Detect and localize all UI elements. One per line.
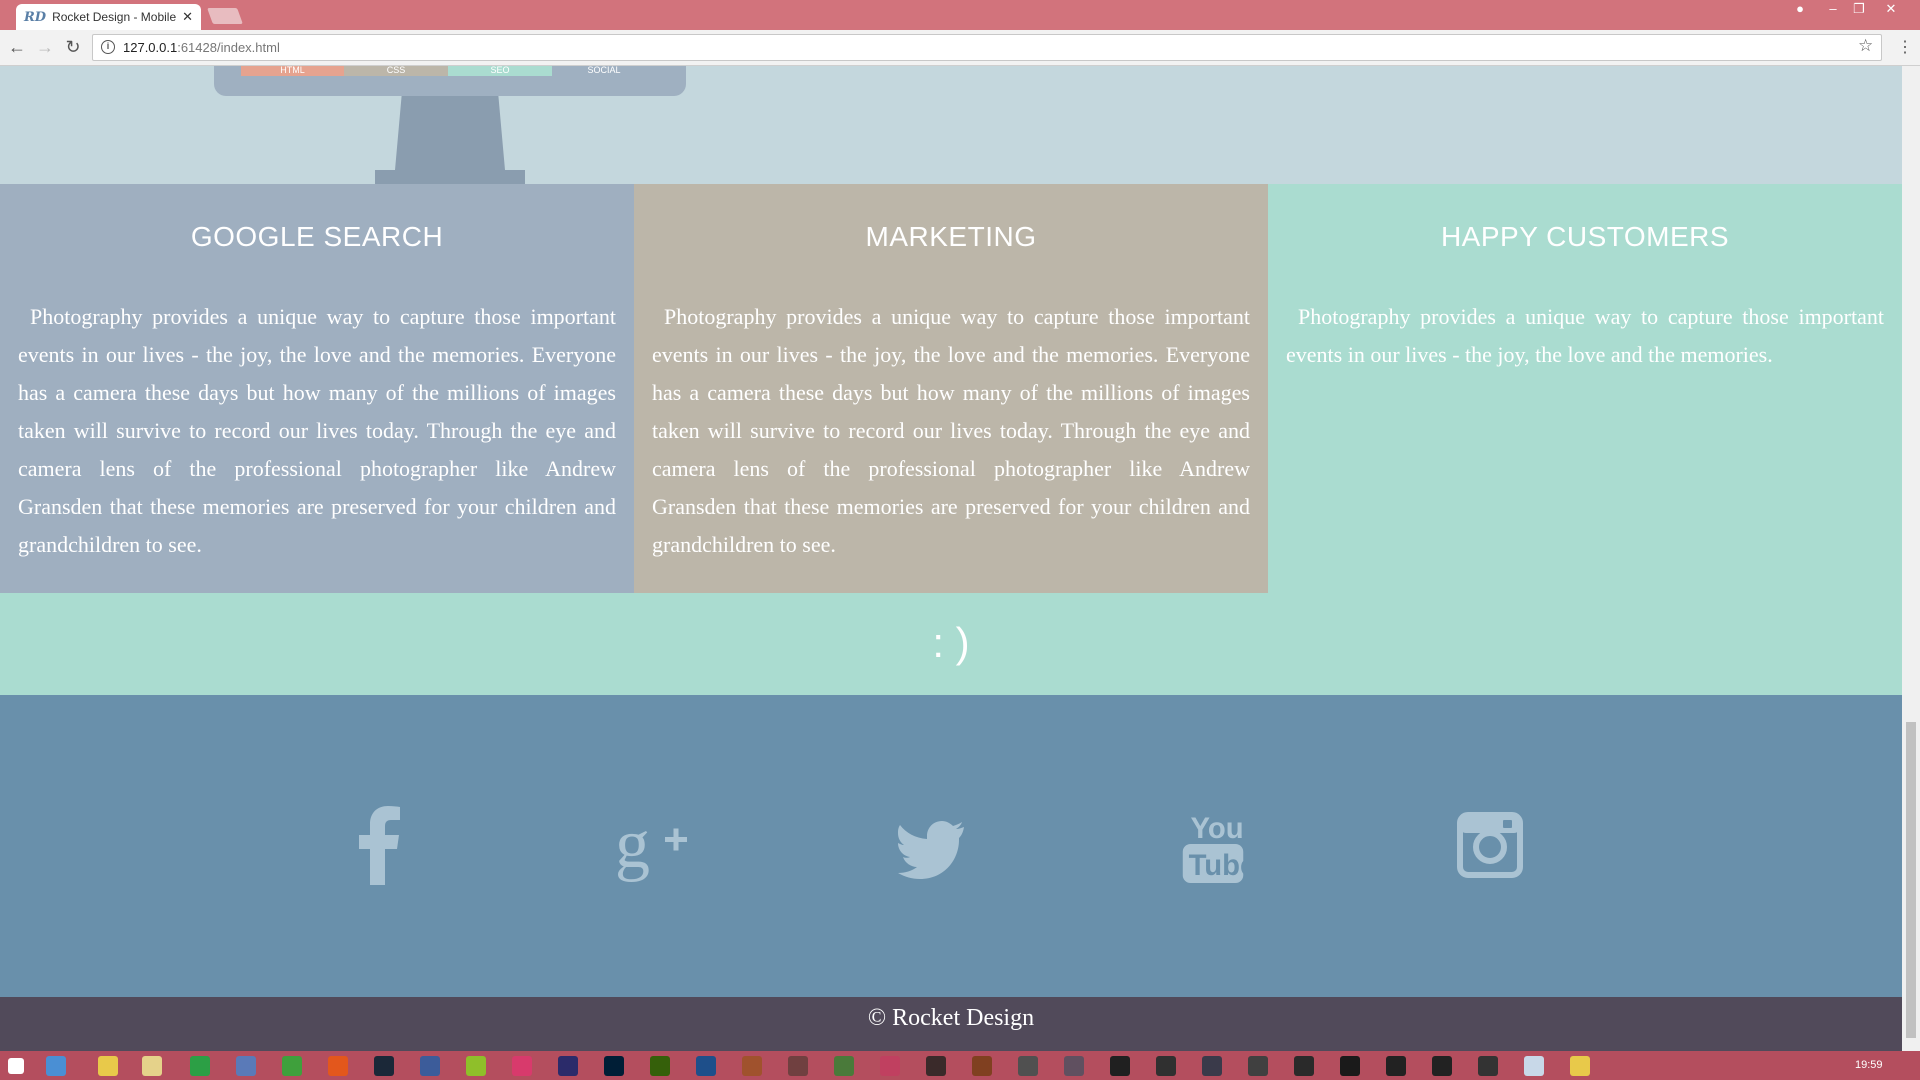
app-icon[interactable]	[420, 1056, 440, 1076]
forward-button[interactable]: →	[34, 37, 56, 58]
minimize-button[interactable]: –	[1820, 0, 1846, 20]
favicon-icon: RD	[24, 9, 47, 25]
social-section: g You Tube	[0, 695, 1902, 997]
address-bar[interactable]: i 127.0.0.1:61428/index.html	[92, 34, 1882, 61]
app-icon[interactable]	[1432, 1056, 1452, 1076]
app-icon[interactable]	[512, 1056, 532, 1076]
app-icon[interactable]	[742, 1056, 762, 1076]
taskbar-clock: 19:59	[1855, 1059, 1883, 1071]
close-window-button[interactable]: ✕	[1878, 0, 1904, 20]
bookmark-star-icon[interactable]: ☆	[1858, 36, 1873, 56]
facebook-icon[interactable]	[355, 805, 405, 885]
app-icon[interactable]	[1294, 1056, 1314, 1076]
ie-icon[interactable]	[46, 1056, 66, 1076]
steam-icon[interactable]	[374, 1056, 394, 1076]
bar-seo: SEO	[448, 66, 552, 76]
svg-text:Tube: Tube	[1189, 850, 1246, 882]
explorer-icon[interactable]	[142, 1056, 162, 1076]
app-icon[interactable]	[282, 1056, 302, 1076]
windows-taskbar: 19:59	[0, 1051, 1920, 1080]
app-icon[interactable]	[1386, 1056, 1406, 1076]
app-icon[interactable]	[834, 1056, 854, 1076]
app-icon[interactable]	[328, 1056, 348, 1076]
profile-icon[interactable]: ●	[1787, 0, 1813, 20]
tab-title: Rocket Design - Mobile W	[52, 10, 177, 24]
feature-text: Photography provides a unique way to cap…	[1286, 304, 1884, 367]
chrome-active-icon[interactable]	[1570, 1056, 1590, 1076]
monitor-base	[375, 170, 525, 184]
app-icon[interactable]	[558, 1056, 578, 1076]
monitor-stand	[395, 96, 505, 170]
smile-banner: : )	[0, 593, 1902, 695]
bar-css: CSS	[344, 66, 448, 76]
start-button-icon[interactable]	[8, 1058, 24, 1074]
app-icon[interactable]	[1248, 1056, 1268, 1076]
feature-happy-customers: HAPPY CUSTOMERS Photography provides a u…	[1268, 184, 1902, 593]
feature-title: MARKETING	[865, 221, 1037, 252]
app-icon[interactable]	[1018, 1056, 1038, 1076]
app-icon[interactable]	[1524, 1056, 1544, 1076]
feature-text: Photography provides a unique way to cap…	[18, 304, 616, 557]
chrome-icon[interactable]	[98, 1056, 118, 1076]
svg-text:You: You	[1191, 813, 1244, 845]
app-icon[interactable]	[1156, 1056, 1176, 1076]
app-icon[interactable]	[926, 1056, 946, 1076]
twitter-icon[interactable]	[898, 805, 968, 885]
app-icon[interactable]	[1110, 1056, 1130, 1076]
scrollbar-thumb[interactable]	[1906, 722, 1916, 1038]
bar-social: SOCIAL	[587, 66, 621, 75]
dreamweaver-icon[interactable]	[650, 1056, 670, 1076]
browser-toolbar: ← → ↻ i 127.0.0.1:61428/index.html	[0, 30, 1920, 66]
app-icon[interactable]	[1064, 1056, 1084, 1076]
feature-google-search: GOOGLE SEARCH Photography provides a uni…	[0, 184, 634, 593]
svg-text:g: g	[615, 806, 650, 883]
restore-button[interactable]: ❐	[1846, 0, 1872, 20]
feature-text: Photography provides a unique way to cap…	[652, 304, 1250, 557]
info-icon[interactable]: i	[101, 40, 115, 54]
menu-icon[interactable]: ⋮	[1897, 37, 1913, 57]
browser-titlebar: RD Rocket Design - Mobile W ✕ ● – ❐ ✕	[0, 0, 1920, 30]
app-icon[interactable]	[466, 1056, 486, 1076]
feature-title: GOOGLE SEARCH	[190, 221, 444, 252]
url-host: 127.0.0.1	[123, 40, 178, 55]
app-icon[interactable]	[190, 1056, 210, 1076]
back-button[interactable]: ←	[6, 37, 28, 58]
monitor-illustration: HTML CSS SEO SOCIAL	[214, 66, 686, 96]
close-tab-icon[interactable]: ✕	[182, 9, 193, 25]
browser-tab[interactable]: RD Rocket Design - Mobile W ✕	[16, 4, 201, 30]
reload-button[interactable]: ↻	[62, 37, 84, 58]
app-icon[interactable]	[696, 1056, 716, 1076]
page-content: HTML CSS SEO SOCIAL GOOGLE SEARCH Photog…	[0, 66, 1902, 1051]
app-icon[interactable]	[972, 1056, 992, 1076]
bar-html: HTML	[241, 66, 344, 76]
app-icon[interactable]	[1202, 1056, 1222, 1076]
google-plus-icon[interactable]: g	[615, 805, 695, 885]
app-icon[interactable]	[788, 1056, 808, 1076]
page-scrollbar[interactable]	[1902, 66, 1920, 1051]
app-icon[interactable]	[236, 1056, 256, 1076]
new-tab-button[interactable]	[207, 8, 243, 24]
hero-section: HTML CSS SEO SOCIAL	[0, 66, 1902, 184]
app-icon[interactable]	[880, 1056, 900, 1076]
feature-marketing: MARKETING Photography provides a unique …	[634, 184, 1268, 593]
footer-copyright: © Rocket Design	[0, 997, 1902, 1051]
feature-title: HAPPY CUSTOMERS	[1440, 221, 1730, 252]
youtube-icon[interactable]: You Tube	[1180, 805, 1246, 885]
instagram-icon[interactable]	[1456, 805, 1524, 885]
url-path: :61428/index.html	[177, 40, 280, 55]
app-icon[interactable]	[1478, 1056, 1498, 1076]
app-icon[interactable]	[1340, 1056, 1360, 1076]
photoshop-icon[interactable]	[604, 1056, 624, 1076]
